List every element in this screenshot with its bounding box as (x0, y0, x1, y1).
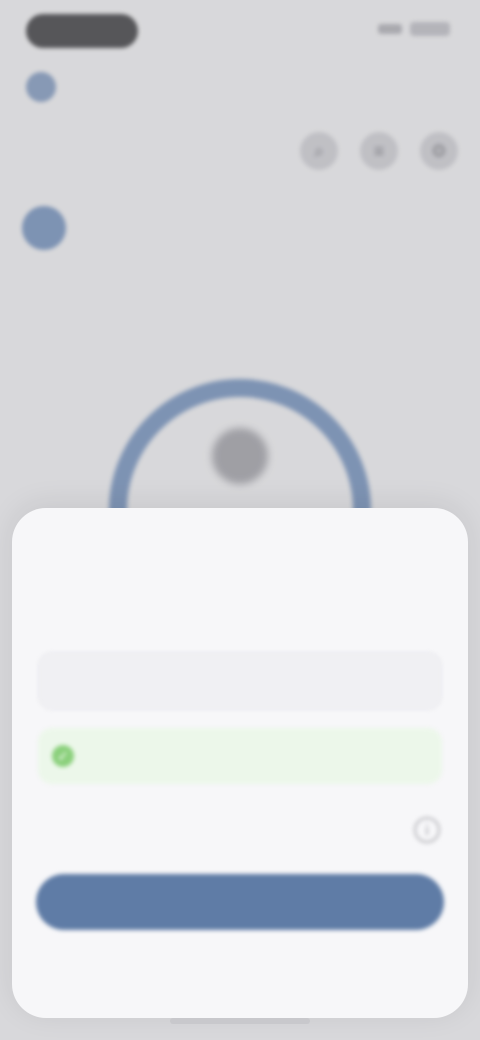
success-message: ✓ (38, 728, 442, 784)
option-row[interactable]: i (40, 812, 440, 848)
app-screen: ⌕ ≡ ⚙ ✓ i (0, 0, 480, 1040)
text-input[interactable] (38, 652, 442, 710)
home-indicator[interactable] (170, 1018, 310, 1024)
check-icon: ✓ (52, 745, 74, 767)
info-icon[interactable]: i (414, 817, 440, 843)
primary-button[interactable] (36, 874, 444, 930)
